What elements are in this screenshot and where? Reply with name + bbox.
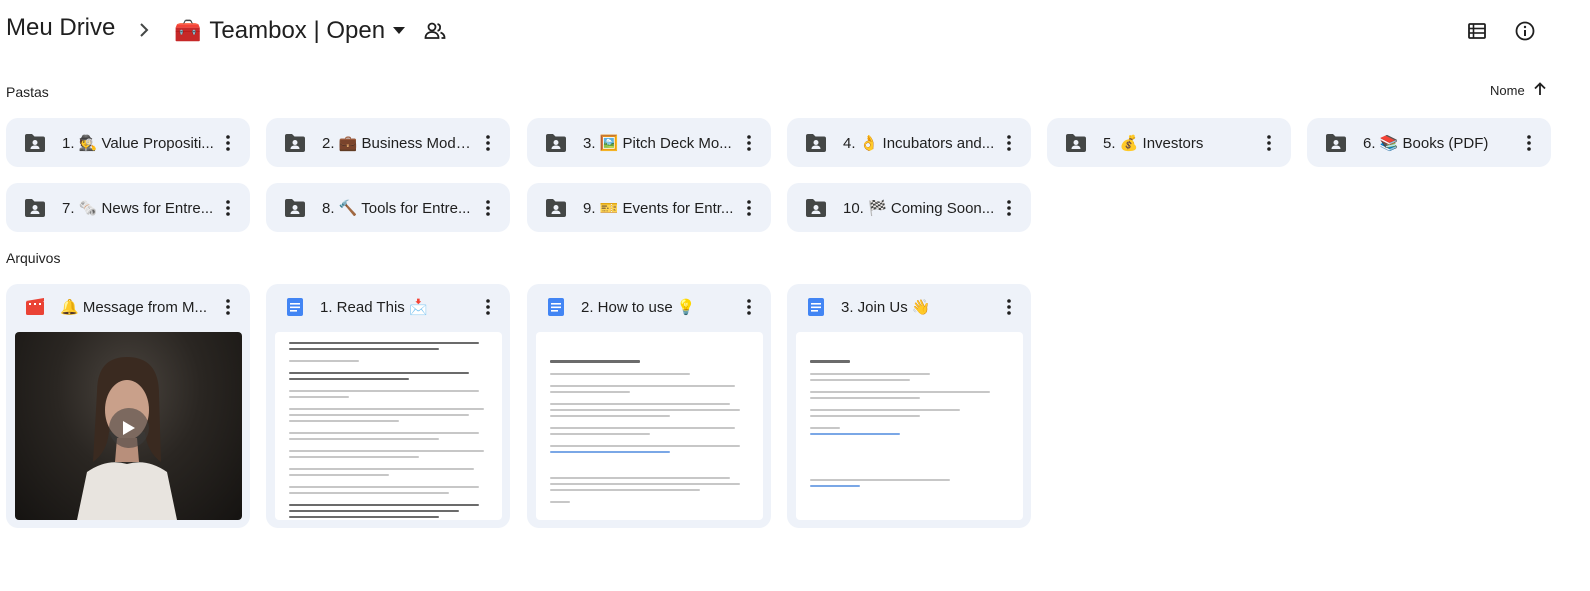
files-section-label: Arquivos [6, 250, 61, 266]
more-vert-icon[interactable] [216, 295, 240, 319]
shared-folder-icon [806, 133, 826, 152]
folder-card[interactable]: 7. 🗞️ News for Entre... [6, 183, 250, 232]
shared-folder-icon [546, 198, 566, 217]
folder-name: 1. 🕵️ Value Propositi... [62, 134, 214, 152]
file-card[interactable]: 🔔 Message from M... [6, 284, 250, 528]
document-preview-lines [550, 360, 750, 507]
file-card-header: 🔔 Message from M... [6, 284, 250, 330]
more-vert-icon[interactable] [216, 131, 240, 155]
shared-folder-icon [285, 198, 305, 217]
more-vert-icon[interactable] [997, 196, 1021, 220]
folder-name: 7. 🗞️ News for Entre... [62, 199, 214, 217]
video-file-icon [26, 298, 44, 315]
document-thumbnail [536, 332, 763, 520]
shared-folder-icon [546, 133, 566, 152]
more-vert-icon[interactable] [737, 131, 761, 155]
more-vert-icon[interactable] [737, 295, 761, 319]
shared-people-icon[interactable] [424, 20, 446, 42]
more-vert-icon[interactable] [476, 196, 500, 220]
shared-folder-icon [25, 198, 45, 217]
more-vert-icon[interactable] [997, 295, 1021, 319]
folder-name: 9. 🎫 Events for Entr... [583, 199, 734, 217]
more-vert-icon[interactable] [476, 131, 500, 155]
folder-card[interactable]: 6. 📚 Books (PDF) [1307, 118, 1551, 167]
folder-name: 3. 🖼️ Pitch Deck Mo... [583, 134, 732, 152]
file-card[interactable]: 3. Join Us 👋 [787, 284, 1031, 528]
more-vert-icon[interactable] [1517, 131, 1541, 155]
file-card[interactable]: 2. How to use 💡 [527, 284, 771, 528]
shared-folder-icon [285, 133, 305, 152]
folders-section-label: Pastas [6, 84, 49, 100]
file-name: 1. Read This 📩 [320, 299, 428, 316]
video-thumbnail[interactable] [15, 332, 242, 520]
document-preview-lines [289, 342, 489, 520]
shared-folder-icon [806, 198, 826, 217]
info-icon[interactable] [1512, 18, 1538, 44]
breadcrumb-current-folder[interactable]: 🧰 Teambox | Open [170, 8, 411, 54]
folder-name: 2. 💼 Business Mode... [322, 134, 476, 152]
doc-file-icon [808, 298, 824, 316]
file-card-header: 2. How to use 💡 [527, 284, 771, 330]
document-thumbnail [275, 332, 502, 520]
file-name: 🔔 Message from M... [60, 299, 208, 316]
list-view-icon[interactable] [1464, 18, 1490, 44]
folder-name: 6. 📚 Books (PDF) [1363, 134, 1489, 152]
breadcrumb: Meu Drive 🧰 Teambox | Open [0, 0, 1590, 62]
more-vert-icon[interactable] [997, 131, 1021, 155]
file-card-header: 3. Join Us 👋 [787, 284, 1031, 330]
breadcrumb-root-my-drive[interactable]: Meu Drive [6, 14, 115, 42]
chevron-right-icon [134, 18, 154, 42]
folder-card[interactable]: 8. 🔨 Tools for Entre... [266, 183, 510, 232]
folder-card[interactable]: 5. 💰 Investors [1047, 118, 1291, 167]
arrow-up-icon [1533, 81, 1547, 99]
folder-card[interactable]: 1. 🕵️ Value Propositi... [6, 118, 250, 167]
folder-card[interactable]: 4. 👌 Incubators and... [787, 118, 1031, 167]
document-preview-lines [810, 360, 1010, 491]
shared-folder-icon [1326, 133, 1346, 152]
doc-file-icon [287, 298, 303, 316]
folder-name: 4. 👌 Incubators and... [843, 134, 995, 152]
folder-name: 5. 💰 Investors [1103, 134, 1204, 152]
current-folder-title: Teambox | Open [209, 17, 386, 44]
folder-name: 10. 🏁 Coming Soon... [843, 199, 995, 217]
sort-label: Nome [1490, 82, 1525, 98]
caret-down-icon [393, 22, 406, 40]
more-vert-icon[interactable] [737, 196, 761, 220]
drive-page: Meu Drive 🧰 Teambox | Open Pastas Nome 1… [0, 0, 1590, 591]
more-vert-icon[interactable] [216, 196, 240, 220]
folder-card[interactable]: 3. 🖼️ Pitch Deck Mo... [527, 118, 771, 167]
file-name: 3. Join Us 👋 [841, 299, 931, 316]
folder-card[interactable]: 9. 🎫 Events for Entr... [527, 183, 771, 232]
document-thumbnail [796, 332, 1023, 520]
folder-card[interactable]: 2. 💼 Business Mode... [266, 118, 510, 167]
sort-by-name-button[interactable]: Nome [1490, 80, 1547, 100]
file-name: 2. How to use 💡 [581, 299, 696, 316]
shared-folder-icon [1066, 133, 1086, 152]
play-button[interactable] [109, 408, 149, 448]
more-vert-icon[interactable] [476, 295, 500, 319]
doc-file-icon [548, 298, 564, 316]
shared-folder-icon [25, 133, 45, 152]
folder-name: 8. 🔨 Tools for Entre... [322, 199, 471, 217]
toolbox-emoji-icon: 🧰 [174, 18, 202, 43]
folder-card[interactable]: 10. 🏁 Coming Soon... [787, 183, 1031, 232]
file-card[interactable]: 1. Read This 📩 [266, 284, 510, 528]
file-card-header: 1. Read This 📩 [266, 284, 510, 330]
more-vert-icon[interactable] [1257, 131, 1281, 155]
